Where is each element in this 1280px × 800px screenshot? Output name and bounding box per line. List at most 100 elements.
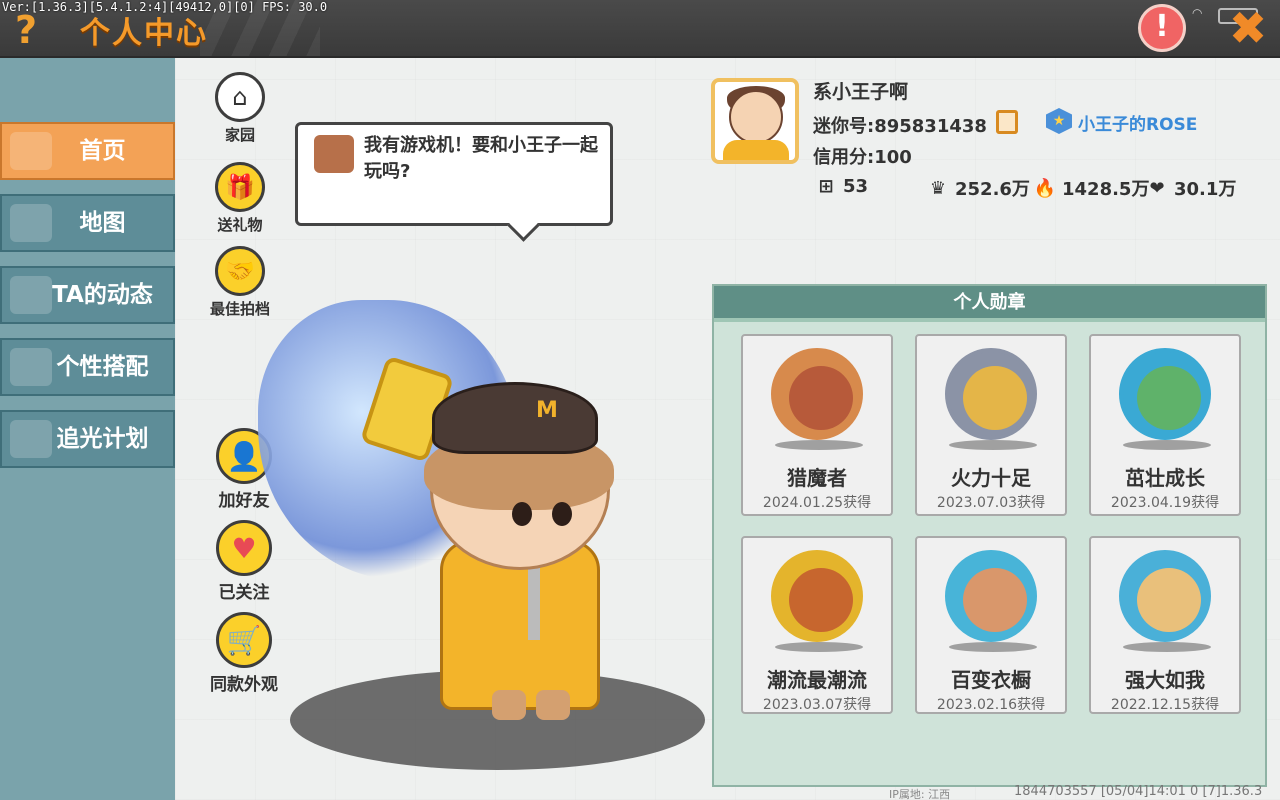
bubble-avatar-icon: [314, 135, 354, 173]
plus-square-icon: ⊞: [818, 175, 834, 197]
add-friend-label: 加好友: [218, 491, 270, 511]
home-action-label: 家园: [224, 126, 255, 144]
nickname: 系小王子啊: [813, 81, 909, 103]
ip-location: IP属地: 江西: [889, 788, 951, 800]
medal-card[interactable]: 百变衣橱 2023.02.16获得: [915, 536, 1067, 714]
character-boot: [492, 690, 526, 720]
fans-count: 53: [843, 175, 869, 197]
same-outfit-button[interactable]: 🛒 同款外观: [209, 612, 279, 695]
medals-panel: 个人勋章 猎魔者 2024.01.25获得 火力十足 2023.07.03获得 …: [712, 284, 1267, 787]
heart-icon: ♥: [216, 520, 272, 576]
medal-card[interactable]: 强大如我 2022.12.15获得: [1089, 536, 1241, 714]
build-info: 1844703557 [05/04]14:01 0 [7]1.36.3: [1014, 784, 1263, 799]
medal-date: 2022.12.15获得: [1110, 697, 1220, 713]
page-title: 个人中心: [80, 16, 208, 51]
medal-plate: [775, 642, 863, 652]
medal-icon: [771, 348, 863, 440]
medal-icon: [1119, 550, 1211, 642]
medal-plate: [949, 440, 1037, 450]
medal-card[interactable]: 猎魔者 2024.01.25获得: [741, 334, 893, 516]
likes-stat: ❤ 30.1万: [1146, 175, 1236, 201]
medal-plate: [775, 440, 863, 450]
report-button[interactable]: !: [1138, 4, 1186, 52]
medal-plate: [1123, 440, 1211, 450]
best-partner-action[interactable]: 🤝 最佳拍档: [205, 246, 275, 319]
medal-name: 百变衣橱: [951, 668, 1031, 692]
medal-date: 2023.04.19获得: [1110, 495, 1220, 511]
sidebar-item-label: 首页: [79, 138, 126, 164]
sidebar-item-dynamics[interactable]: TA的动态: [0, 266, 175, 324]
follow-button[interactable]: ♥ 已关注: [209, 520, 279, 603]
home-action[interactable]: ⌂ 家园: [205, 72, 275, 145]
cart-icon: 🛒: [216, 612, 272, 668]
heat-count: 1428.5万: [1062, 179, 1150, 200]
medal-date: 2023.07.03获得: [936, 495, 1046, 511]
home-tab-icon: [10, 132, 52, 170]
medal-plate: [949, 642, 1037, 652]
sidebar-item-map[interactable]: 地图: [0, 194, 175, 252]
follow-label: 已关注: [218, 583, 270, 603]
speech-bubble: 我有游戏机！要和小王子一起玩吗?: [295, 122, 613, 226]
medal-name: 茁壮成长: [1125, 466, 1205, 490]
gift-action-label: 送礼物: [217, 216, 263, 234]
best-partner-action-label: 最佳拍档: [209, 300, 270, 318]
cap-letter: M: [536, 398, 558, 423]
profile-avatar[interactable]: [711, 78, 799, 164]
gift-icon: 🎁: [215, 162, 265, 212]
character-boot: [536, 690, 570, 720]
avatar-face: [729, 90, 783, 144]
medals-panel-title: 个人勋章: [714, 286, 1265, 322]
medal-name: 强大如我: [1125, 668, 1205, 692]
speech-text: 我有游戏机！要和小王子一起玩吗?: [364, 135, 598, 182]
sidebar-item-home[interactable]: 首页: [0, 122, 175, 180]
medal-date: 2024.01.25获得: [762, 495, 872, 511]
medal-icon: [771, 550, 863, 642]
fans-stat: ⊞ 53: [815, 175, 868, 197]
sidebar-item-chase-light[interactable]: 追光计划: [0, 410, 175, 468]
medal-name: 猎魔者: [787, 466, 847, 490]
map-tab-icon: [10, 204, 52, 242]
sidebar-item-outfit[interactable]: 个性搭配: [0, 338, 175, 396]
sidebar-item-label: 地图: [79, 210, 126, 236]
crown-icon: ♛: [929, 177, 947, 199]
popularity-stat: ♛ 252.6万: [927, 175, 1030, 201]
outfit-tab-icon: [10, 348, 52, 386]
heat-stat: 🔥 1428.5万: [1033, 175, 1150, 201]
hearts-icon: ❤: [1149, 177, 1165, 199]
medal-card[interactable]: 潮流最潮流 2023.03.07获得: [741, 536, 893, 714]
medal-icon: [945, 348, 1037, 440]
medal-date: 2023.03.07获得: [762, 697, 872, 713]
medal-icon: [945, 550, 1037, 642]
character-eye: [512, 502, 532, 526]
mini-id: 迷你号:895831438: [813, 116, 987, 137]
character-zipper: [528, 560, 540, 640]
help-button[interactable]: ?: [6, 8, 46, 52]
close-button[interactable]: ✖: [1224, 4, 1272, 52]
flame-icon: 🔥: [1033, 177, 1057, 199]
character-eye: [552, 502, 572, 526]
chase-light-tab-icon: [10, 420, 52, 458]
same-outfit-label: 同款外观: [210, 675, 278, 695]
medal-name: 潮流最潮流: [767, 668, 867, 692]
medal-card[interactable]: 茁壮成长 2023.04.19获得: [1089, 334, 1241, 516]
house-icon: ⌂: [215, 72, 265, 122]
character-cap: [432, 382, 598, 454]
sidebar-item-label: 追光计划: [56, 426, 149, 452]
credit-score: 信用分:100: [813, 147, 912, 168]
likes-count: 30.1万: [1174, 179, 1237, 200]
wifi-icon: ◠: [1192, 6, 1203, 20]
team-name[interactable]: 小王子的ROSE: [1078, 110, 1197, 135]
sidebar-item-label: TA的动态: [52, 282, 153, 308]
medal-plate: [1123, 642, 1211, 652]
popularity-count: 252.6万: [955, 179, 1030, 200]
sidebar-item-label: 个性搭配: [56, 354, 149, 380]
copy-icon[interactable]: [996, 110, 1018, 134]
gift-action[interactable]: 🎁 送礼物: [205, 162, 275, 235]
medal-card[interactable]: 火力十足 2023.07.03获得: [915, 334, 1067, 516]
avatar-shirt: [723, 140, 789, 160]
medal-icon: [1119, 348, 1211, 440]
bell-tab-icon: [10, 276, 52, 314]
medal-date: 2023.02.16获得: [936, 697, 1046, 713]
medal-name: 火力十足: [951, 466, 1031, 490]
handshake-icon: 🤝: [215, 246, 265, 296]
